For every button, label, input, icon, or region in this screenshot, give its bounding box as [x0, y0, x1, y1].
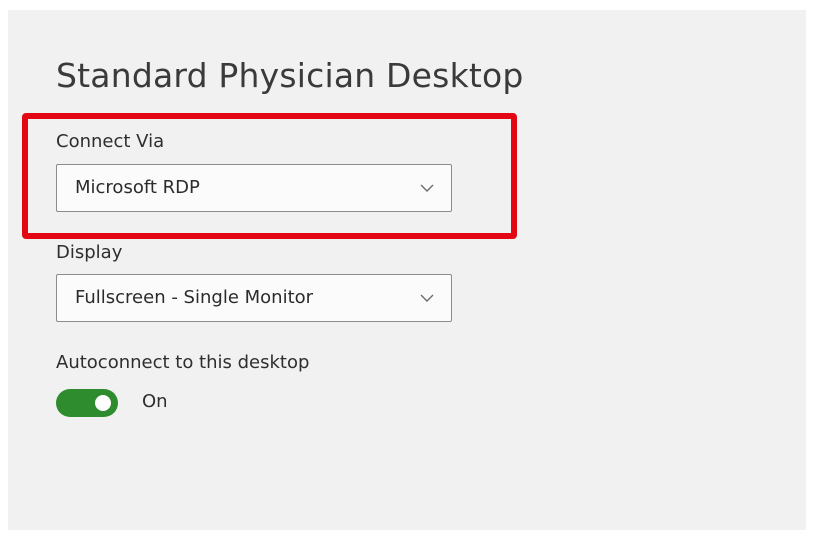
- autoconnect-label: Autoconnect to this desktop: [56, 352, 310, 373]
- toggle-knob: [95, 395, 111, 411]
- autoconnect-state: On: [142, 391, 168, 412]
- display-label: Display: [56, 242, 123, 263]
- display-value: Fullscreen - Single Monitor: [75, 287, 314, 308]
- autoconnect-toggle[interactable]: [56, 389, 118, 417]
- display-select[interactable]: Fullscreen - Single Monitor: [56, 274, 452, 322]
- chevron-down-icon: [420, 294, 434, 302]
- connect-via-value: Microsoft RDP: [75, 177, 200, 198]
- connect-via-select[interactable]: Microsoft RDP: [56, 164, 452, 212]
- page-title: Standard Physician Desktop: [56, 56, 524, 95]
- chevron-down-icon: [420, 184, 434, 192]
- connect-via-label: Connect Via: [56, 131, 165, 152]
- settings-panel: Standard Physician Desktop Connect Via M…: [8, 10, 806, 530]
